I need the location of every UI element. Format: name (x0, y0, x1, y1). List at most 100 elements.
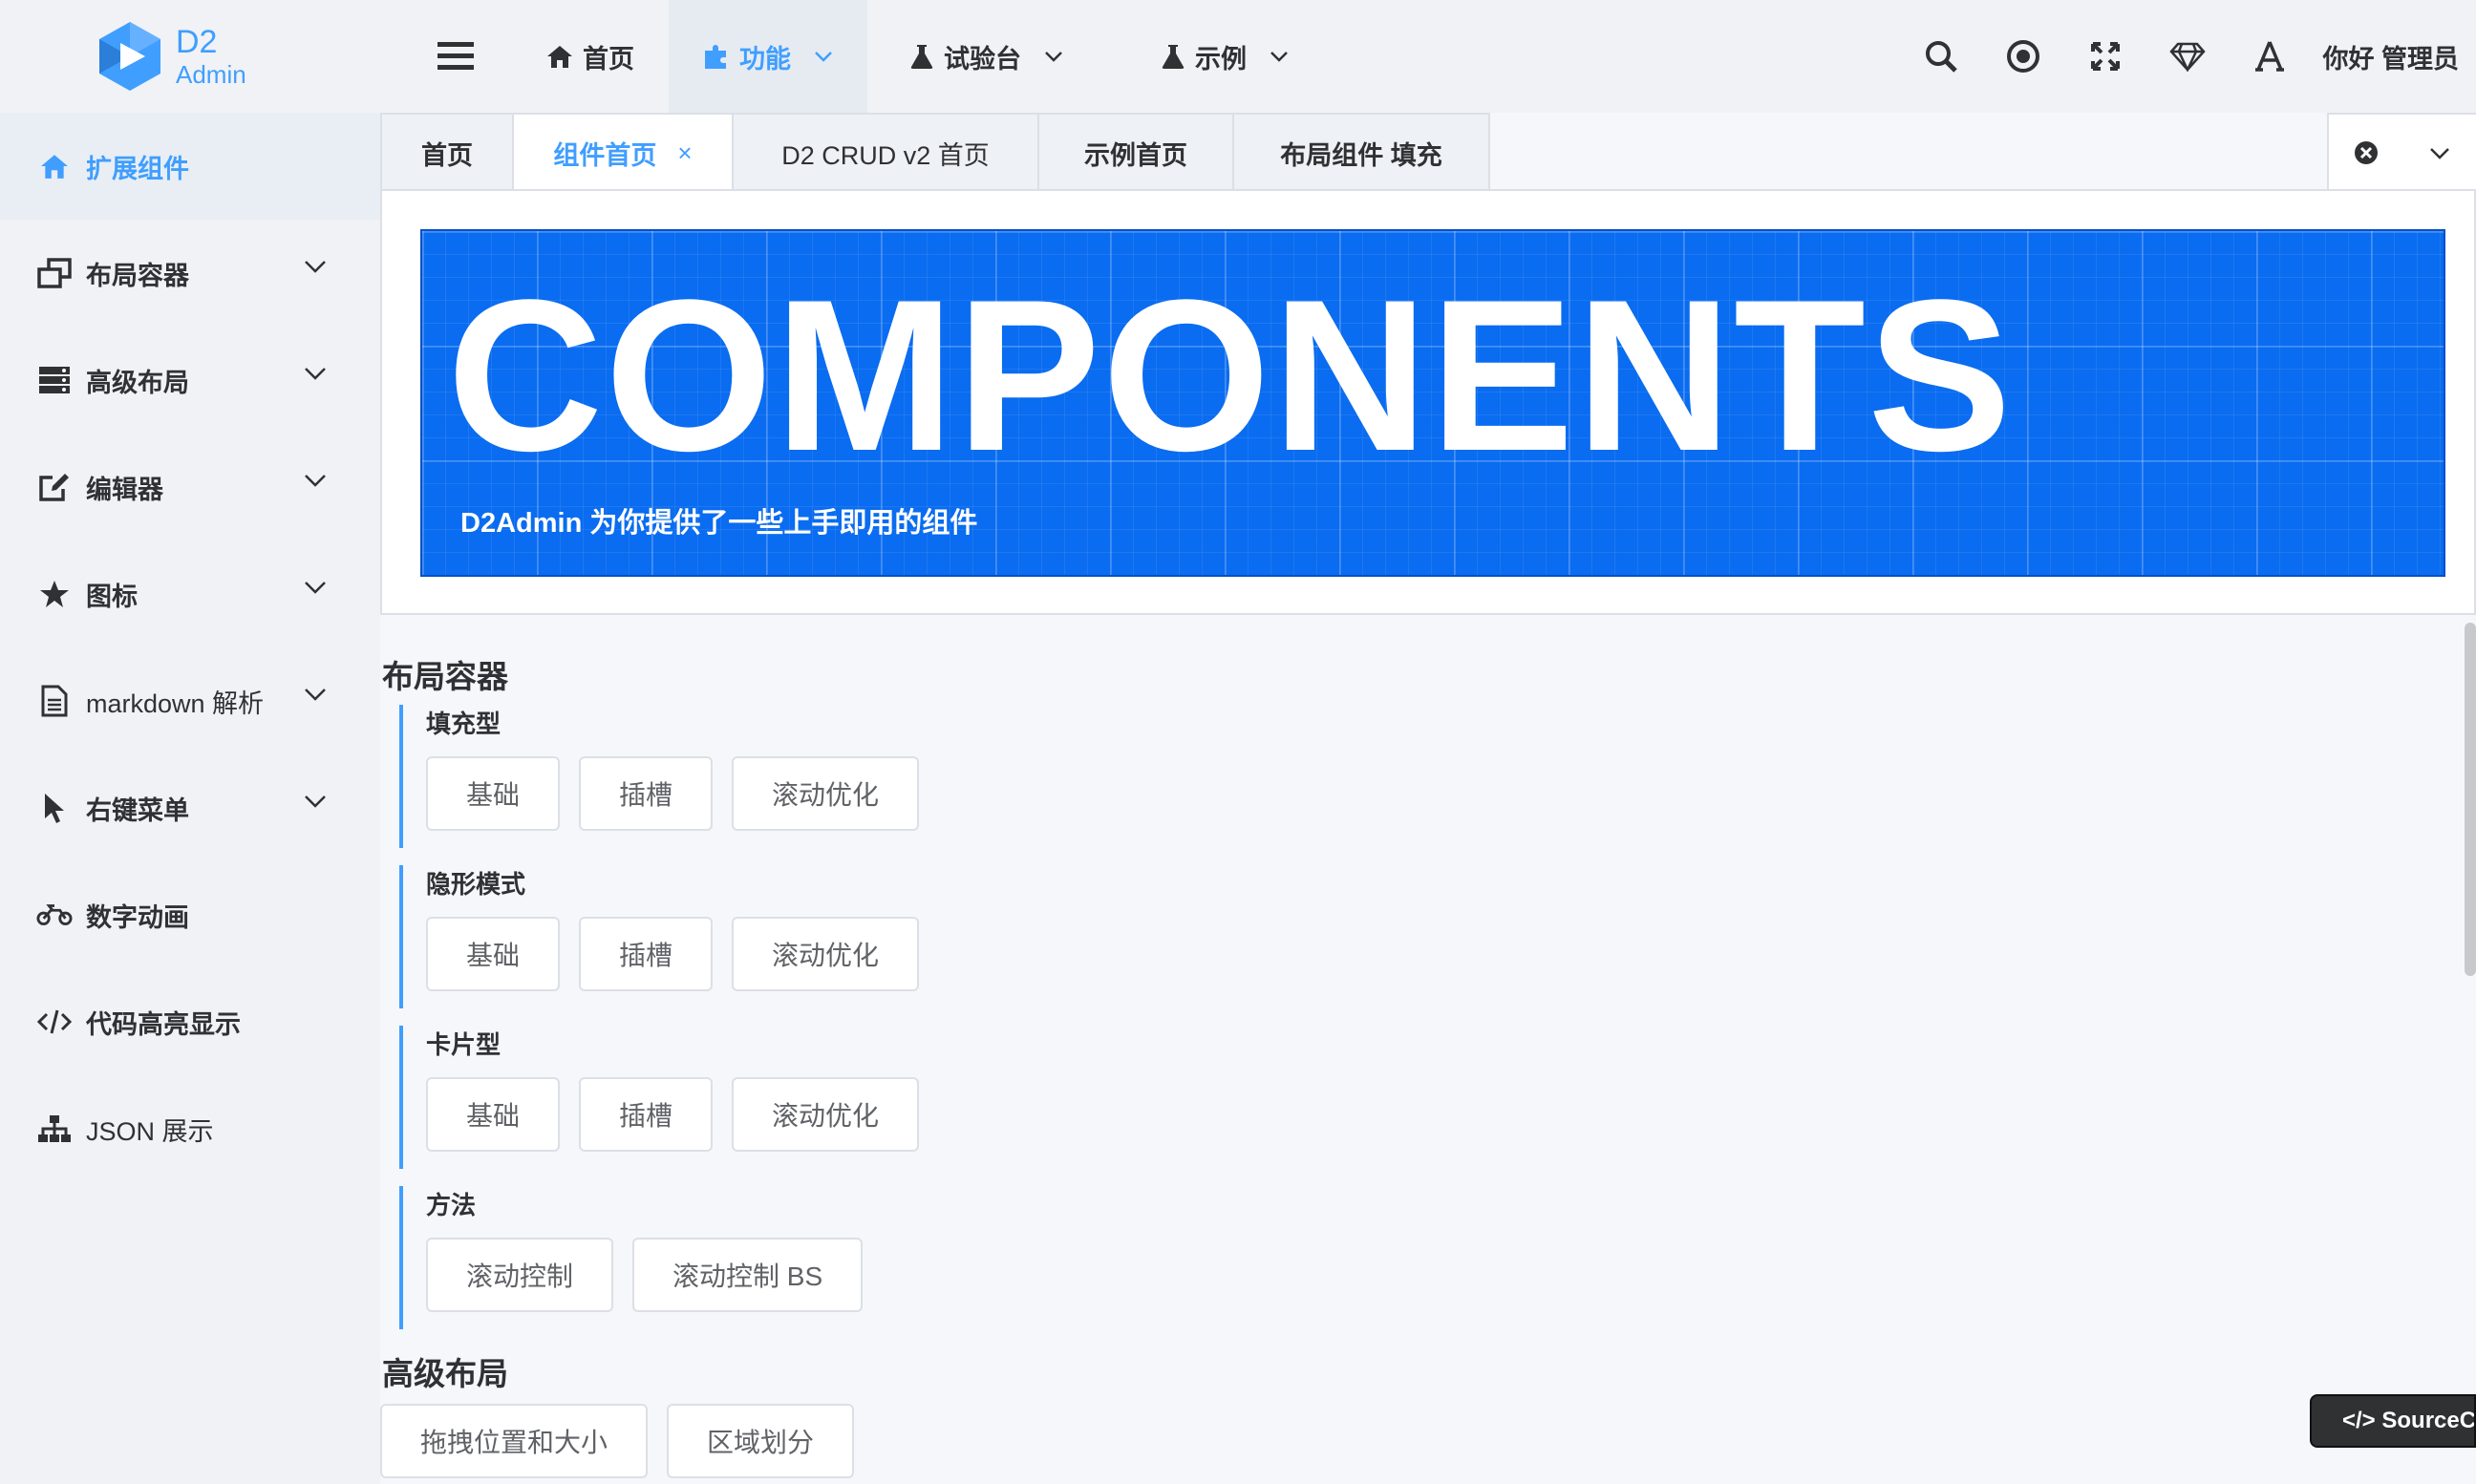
sidebar-item-layout-container[interactable]: 布局容器 (0, 220, 380, 327)
group-ghost: 隐形模式 基础 插槽 滚动优化 (399, 865, 920, 1008)
font-icon (2255, 41, 2285, 72)
sidebar-item-label: 代码高亮显示 (86, 1009, 241, 1039)
drag-resize-button[interactable]: 拖拽位置和大小 (380, 1404, 649, 1478)
ghost-scroll-optimize-button[interactable]: 滚动优化 (732, 917, 920, 991)
top-menu: 首页 功能 试验台 示例 (512, 0, 1323, 113)
log-button[interactable] (1982, 0, 2064, 113)
file-text-icon (41, 685, 68, 717)
ghost-basic-button[interactable]: 基础 (426, 917, 561, 991)
sidebar-item-code-highlight[interactable]: 代码高亮显示 (0, 968, 380, 1075)
fill-slot-button[interactable]: 插槽 (579, 756, 714, 831)
tab-label: 首页 (421, 140, 473, 170)
scrollbar-thumb[interactable] (2465, 623, 2476, 976)
group-fill: 填充型 基础 插槽 滚动优化 (399, 705, 920, 848)
fill-scroll-optimize-button[interactable]: 滚动优化 (732, 756, 920, 831)
sidebar-item-extensions[interactable]: 扩展组件 (0, 113, 380, 220)
sidebar-item-advanced-layout[interactable]: 高级布局 (0, 327, 380, 434)
logo[interactable]: D2 Admin (0, 0, 380, 113)
times-circle-icon (2354, 141, 2378, 164)
card-scroll-optimize-button[interactable]: 滚动优化 (732, 1077, 920, 1152)
sidebar-item-label: 右键菜单 (86, 795, 189, 825)
brand-sub: Admin (176, 60, 246, 89)
hamburger-icon (438, 42, 474, 70)
card-basic-button[interactable]: 基础 (426, 1077, 561, 1152)
topnav-home[interactable]: 首页 (512, 0, 669, 113)
sidebar-item-label: 图标 (86, 582, 138, 611)
sidebar-item-icons[interactable]: 图标 (0, 541, 380, 647)
brand-name: D2 (176, 24, 218, 60)
sidebar-item-json-view[interactable]: JSON 展示 (0, 1075, 380, 1182)
fullscreen-button[interactable] (2064, 0, 2146, 113)
banner-title: COMPONENTS (447, 254, 2014, 496)
group-title: 隐形模式 (426, 870, 526, 899)
home-icon (547, 46, 572, 68)
fill-basic-button[interactable]: 基础 (426, 756, 561, 831)
menu-toggle-button[interactable] (399, 0, 512, 113)
header-actions: 你好 管理员 (1900, 0, 2459, 113)
sidebar-item-label: 数字动画 (86, 902, 189, 932)
chevron-down-icon (305, 475, 326, 487)
tab-examples-home[interactable]: 示例首页 (1037, 113, 1234, 191)
tab-menu-button[interactable] (2402, 115, 2476, 191)
star-icon (40, 581, 69, 607)
chevron-down-icon (305, 582, 326, 594)
sidebar-item-label: 编辑器 (86, 475, 163, 504)
chevron-down-icon (2429, 147, 2449, 159)
group-title: 卡片型 (426, 1030, 502, 1059)
diamond-icon (2169, 42, 2207, 72)
tab-components-home[interactable]: 组件首页 × (512, 113, 734, 191)
code-icon (37, 1009, 72, 1034)
home-icon (41, 155, 68, 179)
page-tabs: 首页 组件首页 × D2 CRUD v2 首页 示例首页 布局组件 填充 (380, 113, 2476, 191)
theme-button[interactable] (2146, 0, 2229, 113)
tab-home[interactable]: 首页 (380, 113, 514, 191)
sidebar-item-count-animation[interactable]: 数字动画 (0, 861, 380, 968)
split-area-button[interactable]: 区域划分 (667, 1404, 855, 1478)
card-slot-button[interactable]: 插槽 (579, 1077, 714, 1152)
group-methods: 方法 滚动控制 滚动控制 BS (399, 1186, 864, 1329)
sidebar-item-markdown[interactable]: markdown 解析 (0, 647, 380, 754)
top-header: D2 Admin 首页 功能 试验台 示例 你好 管理员 (0, 0, 2476, 113)
mouse-pointer-icon (45, 794, 64, 823)
tab-d2-crud[interactable]: D2 CRUD v2 首页 (732, 113, 1039, 191)
sidebar-item-label: markdown 解析 (86, 689, 265, 718)
sidebar: 扩展组件 布局容器 高级布局 编辑器 图标 markdown 解析 右键菜单 数… (0, 113, 380, 1484)
chevron-down-icon (305, 261, 326, 273)
server-icon (39, 367, 70, 393)
puzzle-icon (705, 45, 726, 69)
topnav-features-label: 功能 (739, 44, 791, 74)
close-icon[interactable]: × (677, 138, 692, 168)
sidebar-item-context-menu[interactable]: 右键菜单 (0, 754, 380, 861)
scroll-control-button[interactable]: 滚动控制 (426, 1238, 614, 1312)
sidebar-item-label: JSON 展示 (86, 1116, 214, 1146)
topnav-features[interactable]: 功能 (669, 0, 867, 113)
banner-card: COMPONENTS D2Admin 为你提供了一些上手即用的组件 (380, 189, 2476, 615)
tab-label: 示例首页 (1084, 140, 1187, 170)
tab-label: 布局组件 填充 (1280, 140, 1442, 170)
topnav-testbed[interactable]: 试验台 (867, 0, 1098, 113)
scroll-control-bs-button[interactable]: 滚动控制 BS (632, 1238, 864, 1312)
source-code-button[interactable]: </> SourceCode (2310, 1394, 2476, 1448)
expand-icon (2091, 42, 2121, 71)
group-title: 方法 (426, 1191, 477, 1219)
font-size-button[interactable] (2229, 0, 2311, 113)
search-button[interactable] (1900, 0, 1982, 113)
tab-layout-fill[interactable]: 布局组件 填充 (1232, 113, 1490, 191)
motorcycle-icon (36, 904, 73, 925)
banner-subtitle: D2Admin 为你提供了一些上手即用的组件 (460, 508, 978, 539)
sidebar-item-label: 布局容器 (86, 261, 189, 290)
topnav-examples[interactable]: 示例 (1098, 0, 1323, 113)
sidebar-item-label: 扩展组件 (86, 154, 189, 183)
user-menu[interactable]: 你好 管理员 (2322, 38, 2459, 75)
flask-icon (1162, 45, 1185, 69)
topnav-examples-label: 示例 (1195, 44, 1247, 74)
chevron-down-icon (1045, 52, 1062, 62)
close-tabs-button[interactable] (2329, 115, 2402, 191)
tab-label: 组件首页 (553, 140, 657, 170)
section-title-layout: 布局容器 (382, 659, 508, 694)
tab-controls (2327, 113, 2476, 191)
sidebar-item-editor[interactable]: 编辑器 (0, 434, 380, 541)
ghost-slot-button[interactable]: 插槽 (579, 917, 714, 991)
group-card: 卡片型 基础 插槽 滚动优化 (399, 1026, 920, 1169)
dot-circle-icon (2007, 40, 2040, 73)
